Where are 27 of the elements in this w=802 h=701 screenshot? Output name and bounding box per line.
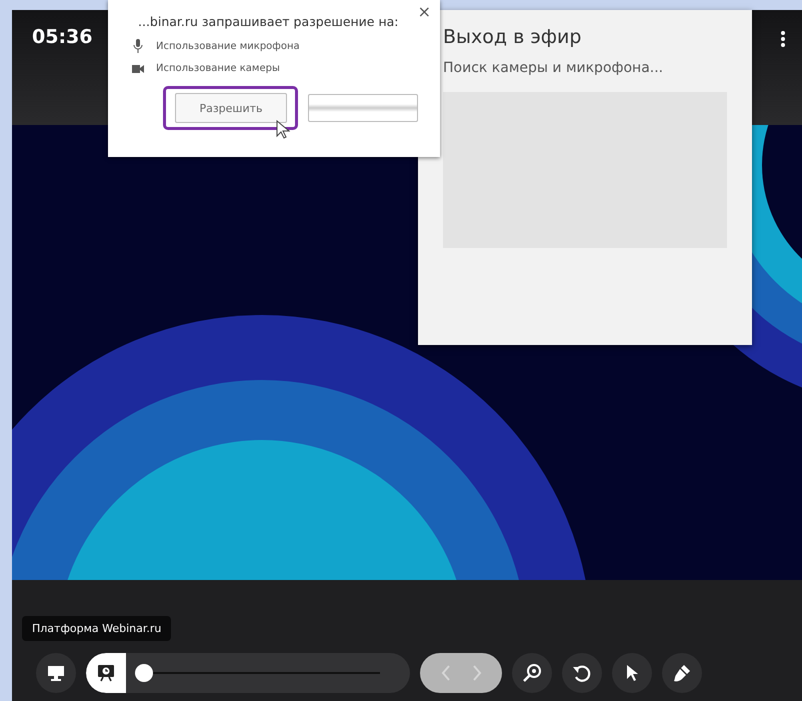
zoom-button[interactable] (512, 653, 552, 693)
more-menu-icon[interactable] (780, 30, 786, 48)
popup-title: ...binar.ru запрашивает разрешение на: (138, 14, 400, 29)
pointer-icon (625, 664, 639, 682)
slide-progress-bar[interactable] (86, 653, 410, 693)
close-button[interactable]: × (418, 2, 431, 21)
clock: 05:36 (32, 26, 92, 48)
tooltip: Платформа Webinar.ru (22, 616, 172, 641)
undo-button[interactable] (562, 653, 602, 693)
brush-button[interactable] (662, 653, 702, 693)
zoom-icon (522, 663, 542, 683)
microphone-icon (132, 39, 144, 53)
undo-icon (572, 663, 592, 683)
cursor-icon (276, 120, 290, 140)
presentation-icon (96, 663, 116, 683)
screen-share-button[interactable] (36, 653, 76, 693)
status-text: Поиск камеры и микрофона... (443, 60, 664, 76)
pointer-button[interactable] (612, 653, 652, 693)
monitor-icon (47, 665, 65, 681)
presentation-button[interactable] (86, 653, 126, 693)
allow-button[interactable]: Разрешить (175, 93, 287, 123)
brush-icon (672, 663, 692, 683)
permission-label: Использование микрофона (156, 40, 300, 52)
camera-icon (132, 64, 144, 74)
slider-thumb[interactable] (135, 664, 153, 682)
panel-title: Выход в эфир (443, 26, 582, 48)
permission-label: Использование камеры (156, 63, 280, 74)
